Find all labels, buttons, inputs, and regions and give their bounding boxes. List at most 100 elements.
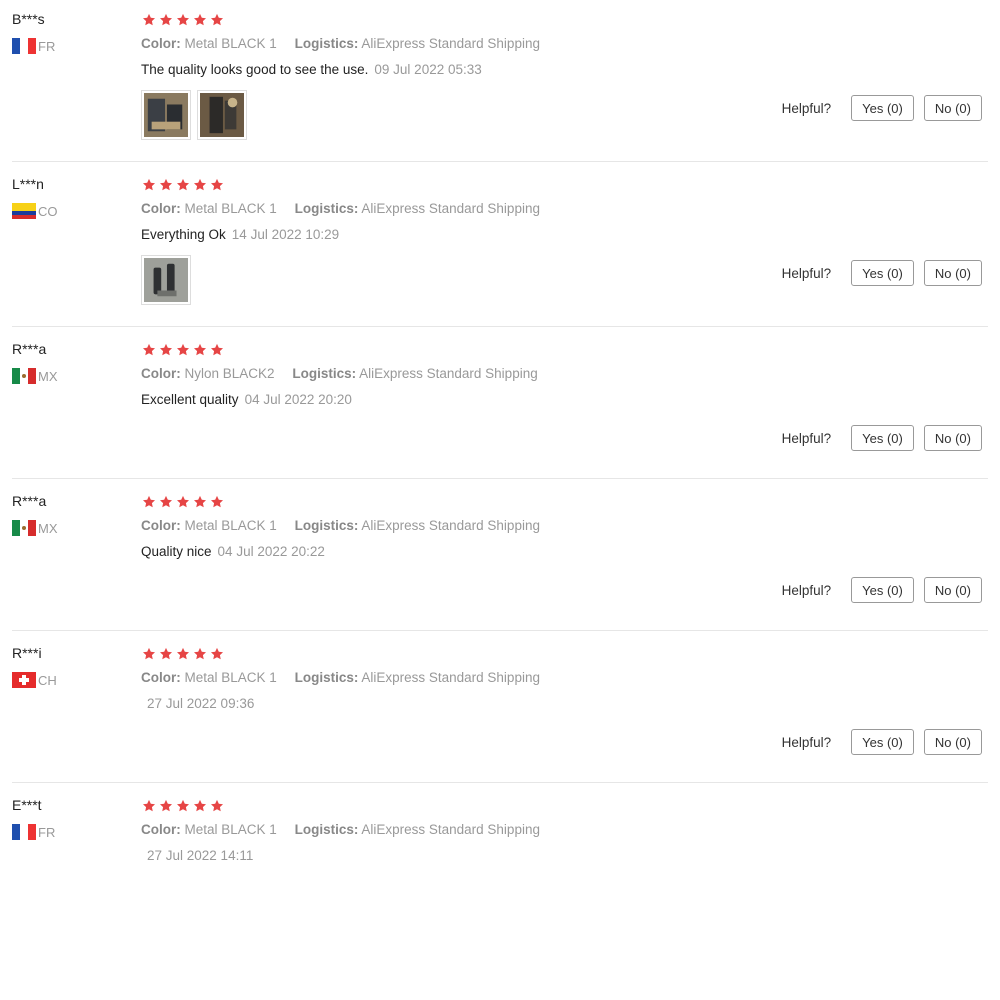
color-label: Color: [141,822,181,837]
star-icon [193,13,207,26]
review-text: Everything Ok [141,227,226,242]
review-text-line: Quality nice 04 Jul 2022 20:22 [141,544,325,559]
star-rating [142,799,224,815]
logistics-label: Logistics: [294,518,359,533]
star-icon [159,799,173,812]
star-rating [142,13,224,29]
helpful-no-button[interactable]: No (0) [923,95,982,121]
logistics-value: AliExpress Standard Shipping [361,36,540,51]
helpful-label: Helpful? [781,734,832,750]
helpful-section: Helpful? Yes (0) No (0) [782,729,982,755]
review-meta: Color: Metal BLACK 1 Logistics: AliExpre… [141,670,554,685]
star-rating [142,495,224,511]
helpful-yes-button[interactable]: Yes (0) [851,577,914,603]
reviewer-name: L***n [12,176,44,192]
review-photo-1[interactable] [141,255,191,305]
helpful-section: Helpful? Yes (0) No (0) [782,425,982,451]
review-divider [12,161,988,162]
review-meta: Color: Metal BLACK 1 Logistics: AliExpre… [141,822,554,837]
color-label: Color: [141,518,181,533]
color-value: Metal BLACK 1 [184,201,277,216]
helpful-label: Helpful? [781,430,832,446]
helpful-section: Helpful? Yes (0) No (0) [782,95,982,121]
logistics-value: AliExpress Standard Shipping [361,822,540,837]
logistics-value: AliExpress Standard Shipping [361,670,540,685]
review-date: 04 Jul 2022 20:22 [217,544,325,559]
country-code: CO [38,203,58,219]
review-text-line: 27 Jul 2022 09:36 [141,696,254,711]
helpful-yes-button[interactable]: Yes (0) [851,425,914,451]
reviewer-country: FR [12,824,55,840]
star-icon [142,343,156,356]
review-divider [12,478,988,479]
logistics-label: Logistics: [294,201,359,216]
country-code: MX [38,368,58,384]
review-date: 27 Jul 2022 14:11 [147,848,254,863]
review-photos [141,255,191,305]
logistics-label: Logistics: [294,670,359,685]
star-icon [142,799,156,812]
helpful-no-button[interactable]: No (0) [923,729,982,755]
star-icon [193,343,207,356]
helpful-no-button[interactable]: No (0) [923,577,982,603]
star-icon [176,343,190,356]
reviewer-country: CH [12,672,57,688]
color-value: Nylon BLACK2 [184,366,275,381]
flag-switzerland-icon [12,672,36,688]
helpful-yes-button[interactable]: Yes (0) [851,729,914,755]
color-label: Color: [141,366,181,381]
color-value: Metal BLACK 1 [184,670,277,685]
star-icon [142,13,156,26]
star-icon [159,343,173,356]
country-code: CH [38,672,57,688]
helpful-label: Helpful? [781,100,832,116]
helpful-no-button[interactable]: No (0) [923,425,982,451]
review-text-line: The quality looks good to see the use. 09… [141,62,482,77]
flag-france-icon [12,824,36,840]
review-photo-1[interactable] [141,90,191,140]
reviewer-name: R***a [12,493,47,509]
flag-france-icon [12,38,36,54]
flag-mexico-icon [12,520,36,536]
helpful-label: Helpful? [781,582,832,598]
reviewer-name: E***t [12,797,42,813]
reviewer-name: B***s [12,11,45,27]
country-code: FR [38,824,56,840]
color-label: Color: [141,36,181,51]
review-text: The quality looks good to see the use. [141,62,369,77]
star-icon [210,13,224,26]
review-date: 09 Jul 2022 05:33 [374,62,482,77]
color-value: Metal BLACK 1 [184,518,277,533]
star-icon [176,799,190,812]
star-icon [159,495,173,508]
review-meta: Color: Nylon BLACK2 Logistics: AliExpres… [141,366,552,381]
review-divider [12,326,988,327]
helpful-yes-button[interactable]: Yes (0) [851,95,914,121]
review-photo-2[interactable] [197,90,247,140]
star-icon [193,178,207,191]
helpful-yes-button[interactable]: Yes (0) [851,260,914,286]
reviewer-name: R***i [12,645,42,661]
star-icon [142,495,156,508]
star-icon [210,343,224,356]
color-value: Metal BLACK 1 [184,36,277,51]
star-icon [210,178,224,191]
logistics-value: AliExpress Standard Shipping [359,366,538,381]
color-label: Color: [141,670,181,685]
star-icon [142,178,156,191]
country-code: MX [38,520,58,536]
review-text-line: Everything Ok 14 Jul 2022 10:29 [141,227,339,242]
logistics-value: AliExpress Standard Shipping [361,201,540,216]
star-icon [193,647,207,660]
review-text-line: Excellent quality 04 Jul 2022 20:20 [141,392,352,407]
reviewer-country: FR [12,38,55,54]
helpful-no-button[interactable]: No (0) [923,260,982,286]
review-text: Quality nice [141,544,212,559]
star-icon [176,647,190,660]
star-icon [159,178,173,191]
star-icon [176,178,190,191]
helpful-section: Helpful? Yes (0) No (0) [782,260,982,286]
review-meta: Color: Metal BLACK 1 Logistics: AliExpre… [141,518,554,533]
star-icon [210,495,224,508]
star-rating [142,178,224,194]
